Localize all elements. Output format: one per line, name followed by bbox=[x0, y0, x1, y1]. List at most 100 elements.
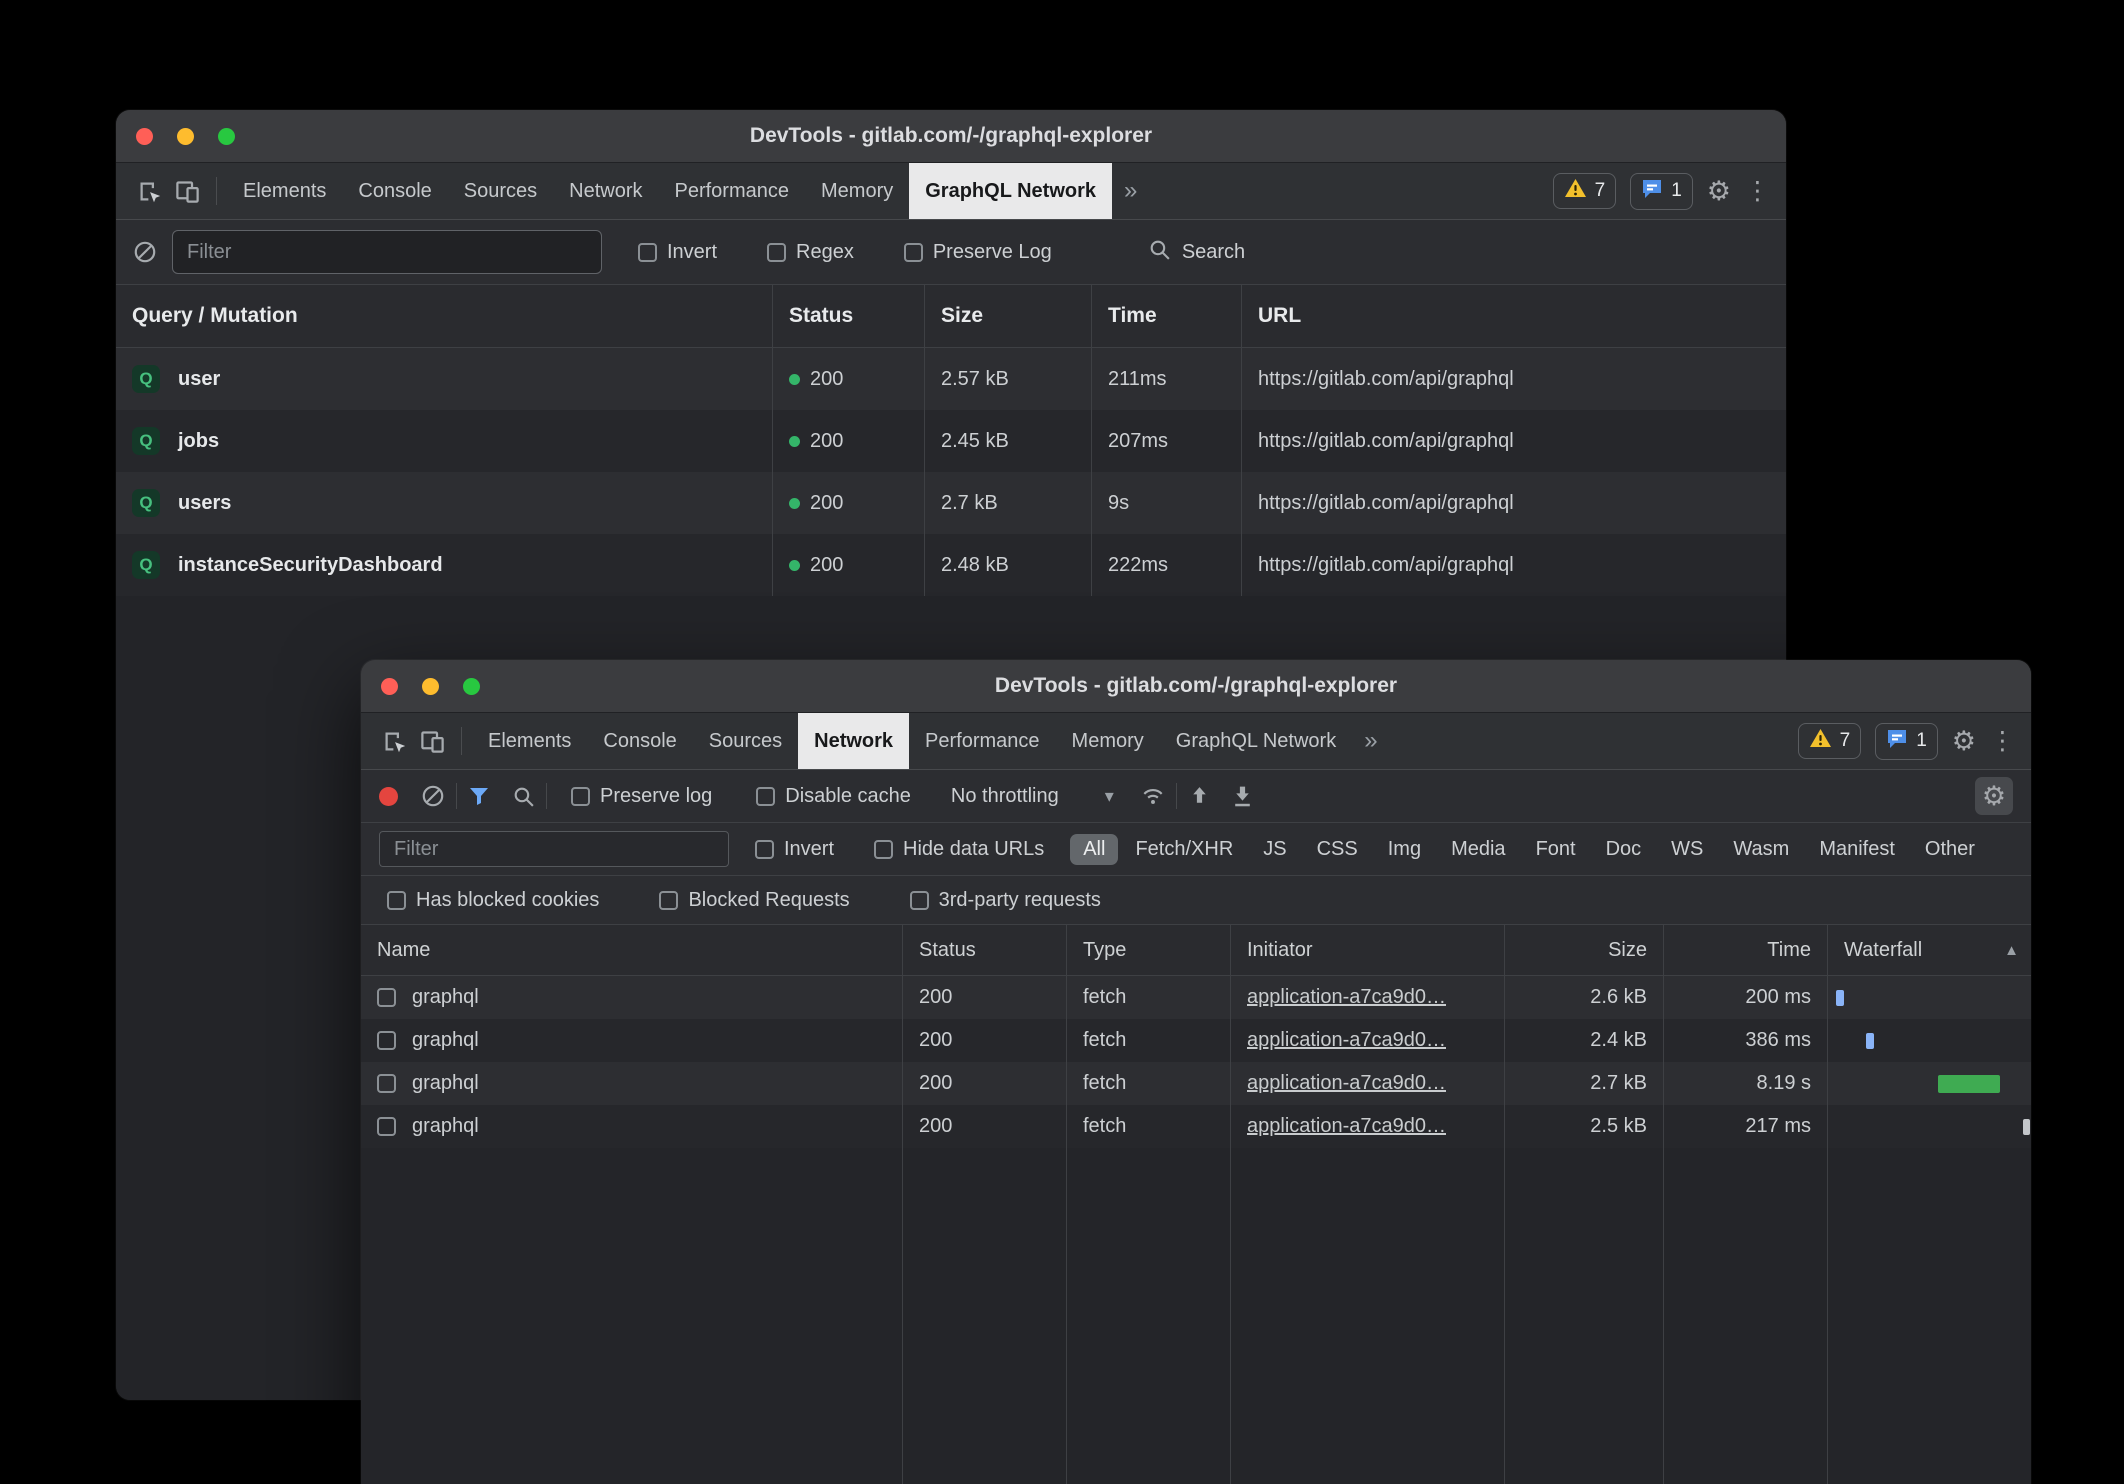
column-header-time[interactable]: Time bbox=[1664, 925, 1828, 975]
table-row[interactable]: Q jobs 200 2.45 kB 207ms https://gitlab.… bbox=[116, 410, 1786, 472]
waterfall-cell bbox=[1828, 1019, 2031, 1062]
device-toolbar-icon[interactable] bbox=[168, 172, 206, 210]
throttling-select[interactable]: No throttling ▾ bbox=[951, 785, 1114, 808]
hide-data-urls-checkbox[interactable]: Hide data URLs bbox=[874, 838, 1044, 861]
row-checkbox[interactable] bbox=[377, 1117, 396, 1136]
column-header-size[interactable]: Size bbox=[925, 285, 1092, 347]
inspect-icon[interactable] bbox=[130, 172, 168, 210]
tab-network[interactable]: Network bbox=[798, 713, 909, 769]
network-settings-gear-icon[interactable]: ⚙ bbox=[1975, 777, 2013, 815]
more-tabs-icon[interactable]: » bbox=[1112, 177, 1149, 205]
row-checkbox[interactable] bbox=[377, 988, 396, 1007]
blocked-requests-checkbox[interactable]: Blocked Requests bbox=[659, 889, 849, 912]
row-checkbox[interactable] bbox=[377, 1074, 396, 1093]
column-header-status[interactable]: Status bbox=[773, 285, 925, 347]
filter-pill-other[interactable]: Other bbox=[1912, 834, 1988, 865]
filter-pill-all[interactable]: All bbox=[1070, 834, 1118, 865]
issues-badge[interactable]: 1 bbox=[1875, 723, 1938, 760]
disable-cache-checkbox[interactable]: Disable cache bbox=[756, 785, 911, 808]
filter-input[interactable] bbox=[172, 230, 602, 274]
device-toolbar-icon[interactable] bbox=[413, 722, 451, 760]
filter-pill-js[interactable]: JS bbox=[1250, 834, 1299, 865]
regex-checkbox[interactable]: Regex bbox=[767, 241, 854, 264]
preserve-log-checkbox[interactable]: Preserve Log bbox=[904, 241, 1052, 264]
filter-pill-manifest[interactable]: Manifest bbox=[1806, 834, 1908, 865]
filter-input[interactable] bbox=[379, 831, 729, 867]
filter-pill-css[interactable]: CSS bbox=[1304, 834, 1371, 865]
tab-graphql-network[interactable]: GraphQL Network bbox=[909, 163, 1112, 219]
third-party-requests-checkbox[interactable]: 3rd-party requests bbox=[910, 889, 1101, 912]
close-button[interactable] bbox=[381, 678, 398, 695]
tab-sources[interactable]: Sources bbox=[693, 713, 798, 769]
clear-icon[interactable] bbox=[420, 783, 446, 809]
zoom-button[interactable] bbox=[463, 678, 480, 695]
row-checkbox[interactable] bbox=[377, 1031, 396, 1050]
export-har-icon[interactable] bbox=[1230, 784, 1255, 809]
search-button[interactable]: Search bbox=[1147, 237, 1245, 268]
zoom-button[interactable] bbox=[218, 128, 235, 145]
warnings-badge[interactable]: 7 bbox=[1553, 173, 1617, 209]
column-header-url[interactable]: URL bbox=[1242, 285, 1786, 347]
minimize-button[interactable] bbox=[422, 678, 439, 695]
tab-sources[interactable]: Sources bbox=[448, 163, 553, 219]
initiator-link[interactable]: application-a7ca9d0… bbox=[1247, 1029, 1446, 1052]
search-icon[interactable] bbox=[511, 784, 536, 809]
size-cell: 2.57 kB bbox=[925, 348, 1092, 410]
initiator-link[interactable]: application-a7ca9d0… bbox=[1247, 1072, 1446, 1095]
initiator-link[interactable]: application-a7ca9d0… bbox=[1247, 1115, 1446, 1138]
table-row[interactable]: graphql 200 fetch application-a7ca9d0… 2… bbox=[361, 1062, 2031, 1105]
warnings-badge[interactable]: 7 bbox=[1798, 723, 1862, 759]
filter-pill-doc[interactable]: Doc bbox=[1593, 834, 1655, 865]
tab-memory[interactable]: Memory bbox=[1056, 713, 1160, 769]
import-har-icon[interactable] bbox=[1187, 784, 1212, 809]
tab-performance[interactable]: Performance bbox=[909, 713, 1056, 769]
invert-checkbox[interactable]: Invert bbox=[638, 241, 717, 264]
filter-pill-font[interactable]: Font bbox=[1523, 834, 1589, 865]
column-header-type[interactable]: Type bbox=[1067, 925, 1231, 975]
preserve-log-checkbox[interactable]: Preserve log bbox=[571, 785, 712, 808]
tab-elements[interactable]: Elements bbox=[472, 713, 587, 769]
filter-pill-wasm[interactable]: Wasm bbox=[1720, 834, 1802, 865]
filter-icon[interactable] bbox=[467, 784, 491, 808]
table-row[interactable]: Q user 200 2.57 kB 211ms https://gitlab.… bbox=[116, 348, 1786, 410]
network-conditions-icon[interactable] bbox=[1140, 783, 1166, 809]
has-blocked-cookies-checkbox[interactable]: Has blocked cookies bbox=[387, 889, 599, 912]
inspect-icon[interactable] bbox=[375, 722, 413, 760]
more-tabs-icon[interactable]: » bbox=[1352, 727, 1389, 755]
column-header-status[interactable]: Status bbox=[903, 925, 1067, 975]
record-button[interactable] bbox=[379, 787, 398, 806]
overflow-menu-icon[interactable]: ⋮ bbox=[1745, 179, 1770, 204]
initiator-link[interactable]: application-a7ca9d0… bbox=[1247, 986, 1446, 1009]
invert-checkbox[interactable]: Invert bbox=[755, 838, 834, 861]
column-header-query-mutation[interactable]: Query / Mutation bbox=[116, 285, 773, 347]
overflow-menu-icon[interactable]: ⋮ bbox=[1990, 729, 2015, 754]
filter-pill-fetch-xhr[interactable]: Fetch/XHR bbox=[1122, 834, 1246, 865]
column-header-waterfall[interactable]: Waterfall ▲ bbox=[1828, 925, 2031, 975]
filter-pill-img[interactable]: Img bbox=[1375, 834, 1434, 865]
column-header-initiator[interactable]: Initiator bbox=[1231, 925, 1505, 975]
tab-performance[interactable]: Performance bbox=[659, 163, 806, 219]
tab-console[interactable]: Console bbox=[587, 713, 692, 769]
table-row[interactable]: graphql 200 fetch application-a7ca9d0… 2… bbox=[361, 1019, 2031, 1062]
column-header-size[interactable]: Size bbox=[1505, 925, 1664, 975]
tab-console[interactable]: Console bbox=[342, 163, 447, 219]
tab-network[interactable]: Network bbox=[553, 163, 658, 219]
settings-gear-icon[interactable]: ⚙ bbox=[1952, 728, 1976, 755]
tab-memory[interactable]: Memory bbox=[805, 163, 909, 219]
issues-badge[interactable]: 1 bbox=[1630, 173, 1693, 210]
table-row[interactable]: Q instanceSecurityDashboard 200 2.48 kB … bbox=[116, 534, 1786, 596]
table-row[interactable]: graphql 200 fetch application-a7ca9d0… 2… bbox=[361, 1105, 2031, 1148]
settings-gear-icon[interactable]: ⚙ bbox=[1707, 178, 1731, 205]
status-cell: 200 bbox=[773, 410, 925, 472]
filter-pill-ws[interactable]: WS bbox=[1658, 834, 1716, 865]
tab-graphql-network[interactable]: GraphQL Network bbox=[1160, 713, 1352, 769]
filter-pill-media[interactable]: Media bbox=[1438, 834, 1518, 865]
tab-elements[interactable]: Elements bbox=[227, 163, 342, 219]
column-header-time[interactable]: Time bbox=[1092, 285, 1242, 347]
column-header-name[interactable]: Name bbox=[361, 925, 903, 975]
minimize-button[interactable] bbox=[177, 128, 194, 145]
table-row[interactable]: graphql 200 fetch application-a7ca9d0… 2… bbox=[361, 976, 2031, 1019]
table-row[interactable]: Q users 200 2.7 kB 9s https://gitlab.com… bbox=[116, 472, 1786, 534]
close-button[interactable] bbox=[136, 128, 153, 145]
clear-icon[interactable] bbox=[132, 239, 158, 265]
